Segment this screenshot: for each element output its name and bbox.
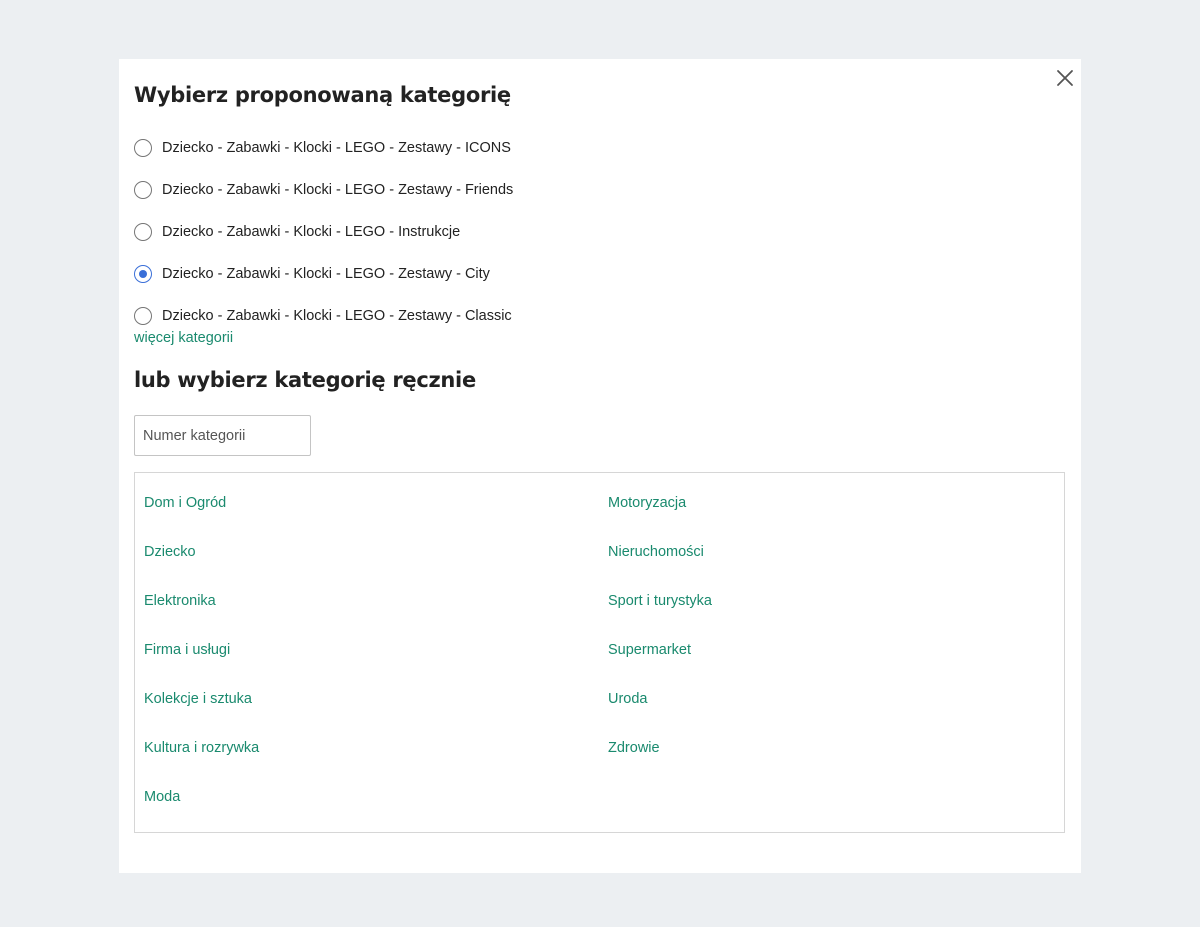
category-link[interactable]: Dziecko	[144, 544, 196, 560]
suggested-category-option[interactable]: Dziecko - Zabawki - Klocki - LEGO - Zest…	[134, 253, 513, 295]
list-item: Nieruchomości	[608, 537, 712, 586]
option-label: Dziecko - Zabawki - Klocki - LEGO - Zest…	[162, 140, 511, 156]
category-link[interactable]: Moda	[144, 789, 180, 805]
category-link[interactable]: Sport i turystyka	[608, 593, 712, 609]
suggested-category-option[interactable]: Dziecko - Zabawki - Klocki - LEGO - Zest…	[134, 127, 513, 169]
list-item: Kolekcje i sztuka	[144, 684, 259, 733]
category-column-left: Dom i Ogród Dziecko Elektronika Firma i …	[144, 488, 259, 831]
category-number-input[interactable]	[134, 415, 311, 456]
category-link[interactable]: Nieruchomości	[608, 544, 704, 560]
list-item: Kultura i rozrywka	[144, 733, 259, 782]
list-item: Dziecko	[144, 537, 259, 586]
category-link[interactable]: Motoryzacja	[608, 495, 686, 511]
suggested-categories: Dziecko - Zabawki - Klocki - LEGO - Zest…	[134, 127, 513, 337]
list-item: Firma i usługi	[144, 635, 259, 684]
radio-button[interactable]	[134, 139, 152, 157]
option-label: Dziecko - Zabawki - Klocki - LEGO - Zest…	[162, 182, 514, 198]
list-item: Zdrowie	[608, 733, 712, 782]
modal-title: Wybierz proponowaną kategorię	[134, 83, 511, 107]
category-column-right: Motoryzacja Nieruchomości Sport i turyst…	[608, 488, 712, 782]
radio-button[interactable]	[134, 307, 152, 325]
category-link[interactable]: Kultura i rozrywka	[144, 740, 259, 756]
manual-section-title: lub wybierz kategorię ręcznie	[134, 368, 476, 392]
suggested-category-option[interactable]: Dziecko - Zabawki - Klocki - LEGO - Zest…	[134, 169, 513, 211]
category-link[interactable]: Kolekcje i sztuka	[144, 691, 252, 707]
list-item: Motoryzacja	[608, 488, 712, 537]
option-label: Dziecko - Zabawki - Klocki - LEGO - Zest…	[162, 308, 512, 324]
list-item: Dom i Ogród	[144, 488, 259, 537]
radio-button[interactable]	[134, 265, 152, 283]
category-link[interactable]: Elektronika	[144, 593, 216, 609]
list-item: Elektronika	[144, 586, 259, 635]
category-list: Dom i Ogród Dziecko Elektronika Firma i …	[134, 472, 1065, 833]
category-link[interactable]: Firma i usługi	[144, 642, 230, 658]
radio-button[interactable]	[134, 181, 152, 199]
category-link[interactable]: Dom i Ogród	[144, 495, 226, 511]
suggested-category-option[interactable]: Dziecko - Zabawki - Klocki - LEGO - Inst…	[134, 211, 513, 253]
category-link[interactable]: Uroda	[608, 691, 648, 707]
radio-button[interactable]	[134, 223, 152, 241]
more-categories-link[interactable]: więcej kategorii	[134, 330, 233, 346]
category-modal: Wybierz proponowaną kategorię Dziecko - …	[119, 59, 1081, 873]
list-item: Uroda	[608, 684, 712, 733]
close-icon	[1057, 70, 1073, 86]
list-item: Supermarket	[608, 635, 712, 684]
list-item: Sport i turystyka	[608, 586, 712, 635]
list-item: Moda	[144, 782, 259, 831]
option-label: Dziecko - Zabawki - Klocki - LEGO - Inst…	[162, 224, 461, 240]
close-button[interactable]	[1052, 65, 1078, 91]
option-label: Dziecko - Zabawki - Klocki - LEGO - Zest…	[162, 266, 490, 282]
category-link[interactable]: Zdrowie	[608, 740, 660, 756]
category-link[interactable]: Supermarket	[608, 642, 691, 658]
